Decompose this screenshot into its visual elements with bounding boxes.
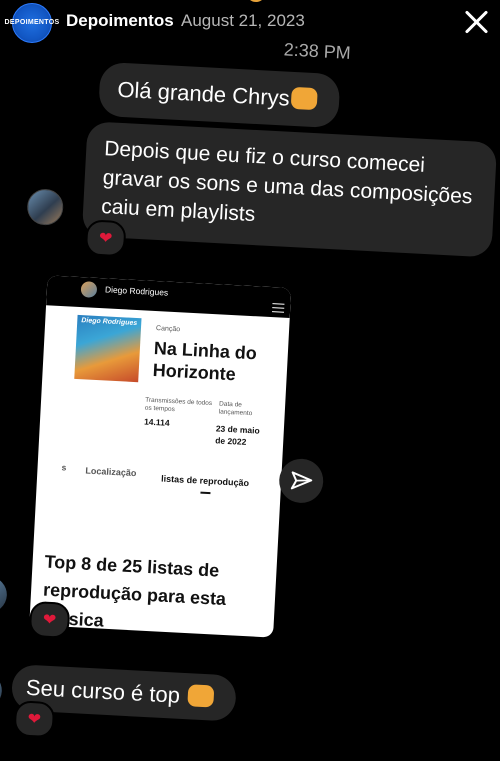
fist-emoji-icon [187, 684, 215, 708]
sender-avatar [0, 576, 8, 614]
tab-underline [200, 491, 211, 495]
heart-reaction[interactable]: ❤ [28, 600, 71, 639]
tab-partial: s [61, 462, 67, 473]
release-value: 23 de maio de 2022 [214, 423, 260, 447]
fist-emoji-icon [291, 86, 319, 111]
message-text: Depois que eu fiz o curso comecei gravar… [100, 137, 473, 227]
message-bubble: Olá grande Chrys [98, 61, 341, 129]
song-title: Na Linha do Horizonte [152, 337, 258, 385]
heart-icon: ❤ [27, 710, 42, 729]
heart-icon: ❤ [42, 611, 57, 630]
message-text: Olá grande Chrys [116, 76, 291, 111]
tab-playlists: listas de reprodução [160, 473, 250, 489]
tab-location: Localização [85, 465, 137, 479]
card-header [46, 275, 292, 319]
heart-reaction[interactable]: ❤ [13, 700, 56, 739]
sender-avatar [26, 188, 65, 227]
share-button[interactable] [278, 457, 325, 504]
genre-label: Canção [155, 325, 181, 334]
plays-value: 14.114 [143, 416, 170, 428]
menu-icon [272, 303, 285, 313]
sender-avatar [0, 672, 3, 710]
release-label: Data de lançamento [218, 400, 253, 418]
heart-reaction[interactable]: ❤ [84, 219, 127, 258]
send-icon [290, 471, 313, 490]
playlist-headline: Top 8 de 25 listas de reprodução para es… [41, 551, 227, 631]
message-timestamp: 2:38 PM [283, 39, 352, 63]
message-text: Seu curso é top [25, 674, 181, 708]
message-bubble: Depois que eu fiz o curso comecei gravar… [81, 121, 498, 258]
plays-label: Transmissões de todos os tempos [144, 396, 213, 414]
chat-screenshot: 2:38 PM Olá grande Chrys Depois que eu f… [0, 0, 500, 761]
heart-icon: ❤ [98, 229, 113, 248]
shared-post-card[interactable]: Diego Rodrigues Diego Rodrigues Canção N… [29, 275, 292, 638]
